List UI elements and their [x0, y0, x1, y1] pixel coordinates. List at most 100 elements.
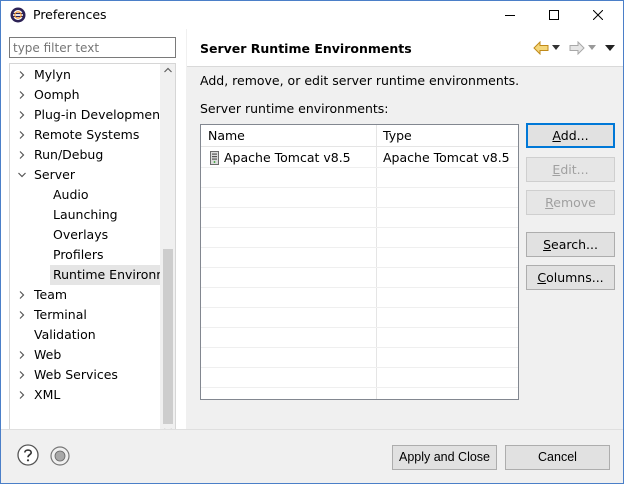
runtime-list-label: Server runtime environments: [200, 101, 389, 116]
chevron-right-icon[interactable] [17, 150, 27, 160]
table-row[interactable] [201, 188, 518, 208]
maximize-button[interactable] [532, 1, 576, 29]
table-row[interactable]: Apache Tomcat v8.5 Apache Tomcat v8.5 [201, 148, 518, 168]
column-header-type[interactable]: Type [376, 125, 412, 147]
chevron-down-icon[interactable] [17, 170, 27, 180]
back-arrow-icon[interactable] [533, 41, 549, 55]
tree-item[interactable]: Terminal [10, 305, 160, 325]
close-button[interactable] [576, 1, 620, 29]
preferences-window: Preferences Mylyn Oomph Plug-in Developmen… [0, 0, 624, 484]
chevron-right-icon[interactable] [17, 110, 27, 120]
edit-button[interactable]: Edit... [526, 157, 615, 182]
chevron-right-icon[interactable] [17, 290, 27, 300]
tree-item-label: Audio [53, 187, 89, 202]
scroll-up-icon[interactable] [164, 67, 172, 73]
back-dropdown-icon[interactable] [552, 45, 560, 51]
tree-item[interactable]: Runtime Environm [10, 265, 160, 285]
runtime-type-cell: Apache Tomcat v8.5 [383, 150, 510, 165]
table-row[interactable] [201, 228, 518, 248]
tree-item[interactable]: Web [10, 345, 160, 365]
tree-item[interactable]: Overlays [10, 225, 160, 245]
preference-page: Server Runtime Environments Add, remove,… [187, 29, 623, 429]
forward-arrow-icon[interactable] [569, 41, 585, 55]
tree-item-label: XML [34, 387, 61, 402]
dialog-footer: Apply and Close Cancel [1, 429, 623, 483]
table-row[interactable] [201, 168, 518, 188]
page-description: Add, remove, or edit server runtime envi… [200, 73, 520, 88]
minimize-button[interactable] [488, 1, 532, 29]
tree-item-label: Validation [34, 327, 96, 342]
tree-item[interactable]: Validation [10, 325, 160, 345]
tree-item[interactable]: Profilers [10, 245, 160, 265]
tree-item-label: Web [34, 347, 62, 362]
remove-button[interactable]: Remove [526, 190, 615, 215]
tree-item-label: Plug-in Development [34, 107, 160, 122]
eclipse-icon [10, 7, 26, 23]
table-row[interactable] [201, 328, 518, 348]
page-navigation [533, 39, 615, 57]
tree-item[interactable]: Run/Debug [10, 145, 160, 165]
tree-item[interactable]: Plug-in Development [10, 105, 160, 125]
tree-item-label: Runtime Environm [50, 265, 160, 285]
tree-item-label: Mylyn [34, 67, 71, 82]
tree-item-label: Launching [53, 207, 118, 222]
preference-tree: Mylyn Oomph Plug-in Development Remote Syst… [9, 63, 176, 454]
cancel-button[interactable]: Cancel [505, 445, 610, 470]
tree-item-label: Team [34, 287, 68, 302]
table-row[interactable] [201, 208, 518, 228]
table-row[interactable] [201, 308, 518, 328]
filter-input[interactable] [9, 37, 176, 58]
tree-item[interactable]: Remote Systems [10, 125, 160, 145]
table-row[interactable] [201, 288, 518, 308]
chevron-right-icon[interactable] [17, 70, 27, 80]
page-title: Server Runtime Environments [200, 41, 412, 56]
tree-item[interactable]: Team [10, 285, 160, 305]
chevron-right-icon[interactable] [17, 90, 27, 100]
help-icon[interactable] [17, 444, 39, 466]
maximize-icon [549, 10, 559, 20]
chevron-right-icon[interactable] [17, 310, 27, 320]
tree-item[interactable]: Oomph [10, 85, 160, 105]
tree-items: Mylyn Oomph Plug-in Development Remote Syst… [10, 64, 160, 437]
table-row[interactable] [201, 248, 518, 268]
tree-item[interactable]: Audio [10, 185, 160, 205]
window-title: Preferences [33, 7, 107, 22]
table-row[interactable] [201, 268, 518, 288]
tree-vertical-scrollbar[interactable] [160, 64, 175, 437]
close-icon [593, 10, 603, 20]
table-row[interactable] [201, 348, 518, 368]
chevron-right-icon[interactable] [17, 390, 27, 400]
tree-item[interactable]: Server [10, 165, 160, 185]
tree-item[interactable]: XML [10, 385, 160, 405]
tree-vertical-thumb[interactable] [163, 249, 173, 424]
title-bar: Preferences [1, 1, 623, 29]
tree-item-label: Server [34, 167, 75, 182]
minimize-icon [505, 15, 515, 16]
server-icon [210, 151, 219, 165]
preferences-navigation: Mylyn Oomph Plug-in Development Remote Syst… [1, 29, 186, 454]
view-menu-icon[interactable] [605, 45, 615, 51]
chevron-right-icon[interactable] [17, 350, 27, 360]
add-button[interactable]: Add... [526, 123, 615, 148]
table-header: Name Type [201, 125, 518, 147]
tree-item-label: Run/Debug [34, 147, 104, 162]
tree-item-label: Web Services [34, 367, 118, 382]
page-header: Server Runtime Environments [187, 29, 623, 67]
tree-item[interactable]: Launching [10, 205, 160, 225]
table-row[interactable] [201, 368, 518, 388]
tree-item[interactable]: Web Services [10, 365, 160, 385]
search-button[interactable]: Search... [526, 232, 615, 257]
runtime-name-cell: Apache Tomcat v8.5 [224, 150, 351, 165]
apply-and-close-button[interactable]: Apply and Close [392, 445, 497, 470]
chevron-right-icon[interactable] [17, 130, 27, 140]
tree-item[interactable]: Mylyn [10, 65, 160, 85]
tree-item-label: Remote Systems [34, 127, 140, 142]
columns-button[interactable]: Columns... [526, 265, 615, 290]
import-export-icon[interactable] [50, 446, 70, 466]
chevron-right-icon[interactable] [17, 370, 27, 380]
tree-item-label: Profilers [53, 247, 104, 262]
forward-dropdown-icon[interactable] [588, 45, 596, 51]
runtime-table[interactable]: Name Type Apache Tomcat v8.5 Apache Tomca… [200, 124, 519, 400]
column-header-name[interactable]: Name [201, 125, 245, 147]
tree-item-label: Terminal [34, 307, 87, 322]
